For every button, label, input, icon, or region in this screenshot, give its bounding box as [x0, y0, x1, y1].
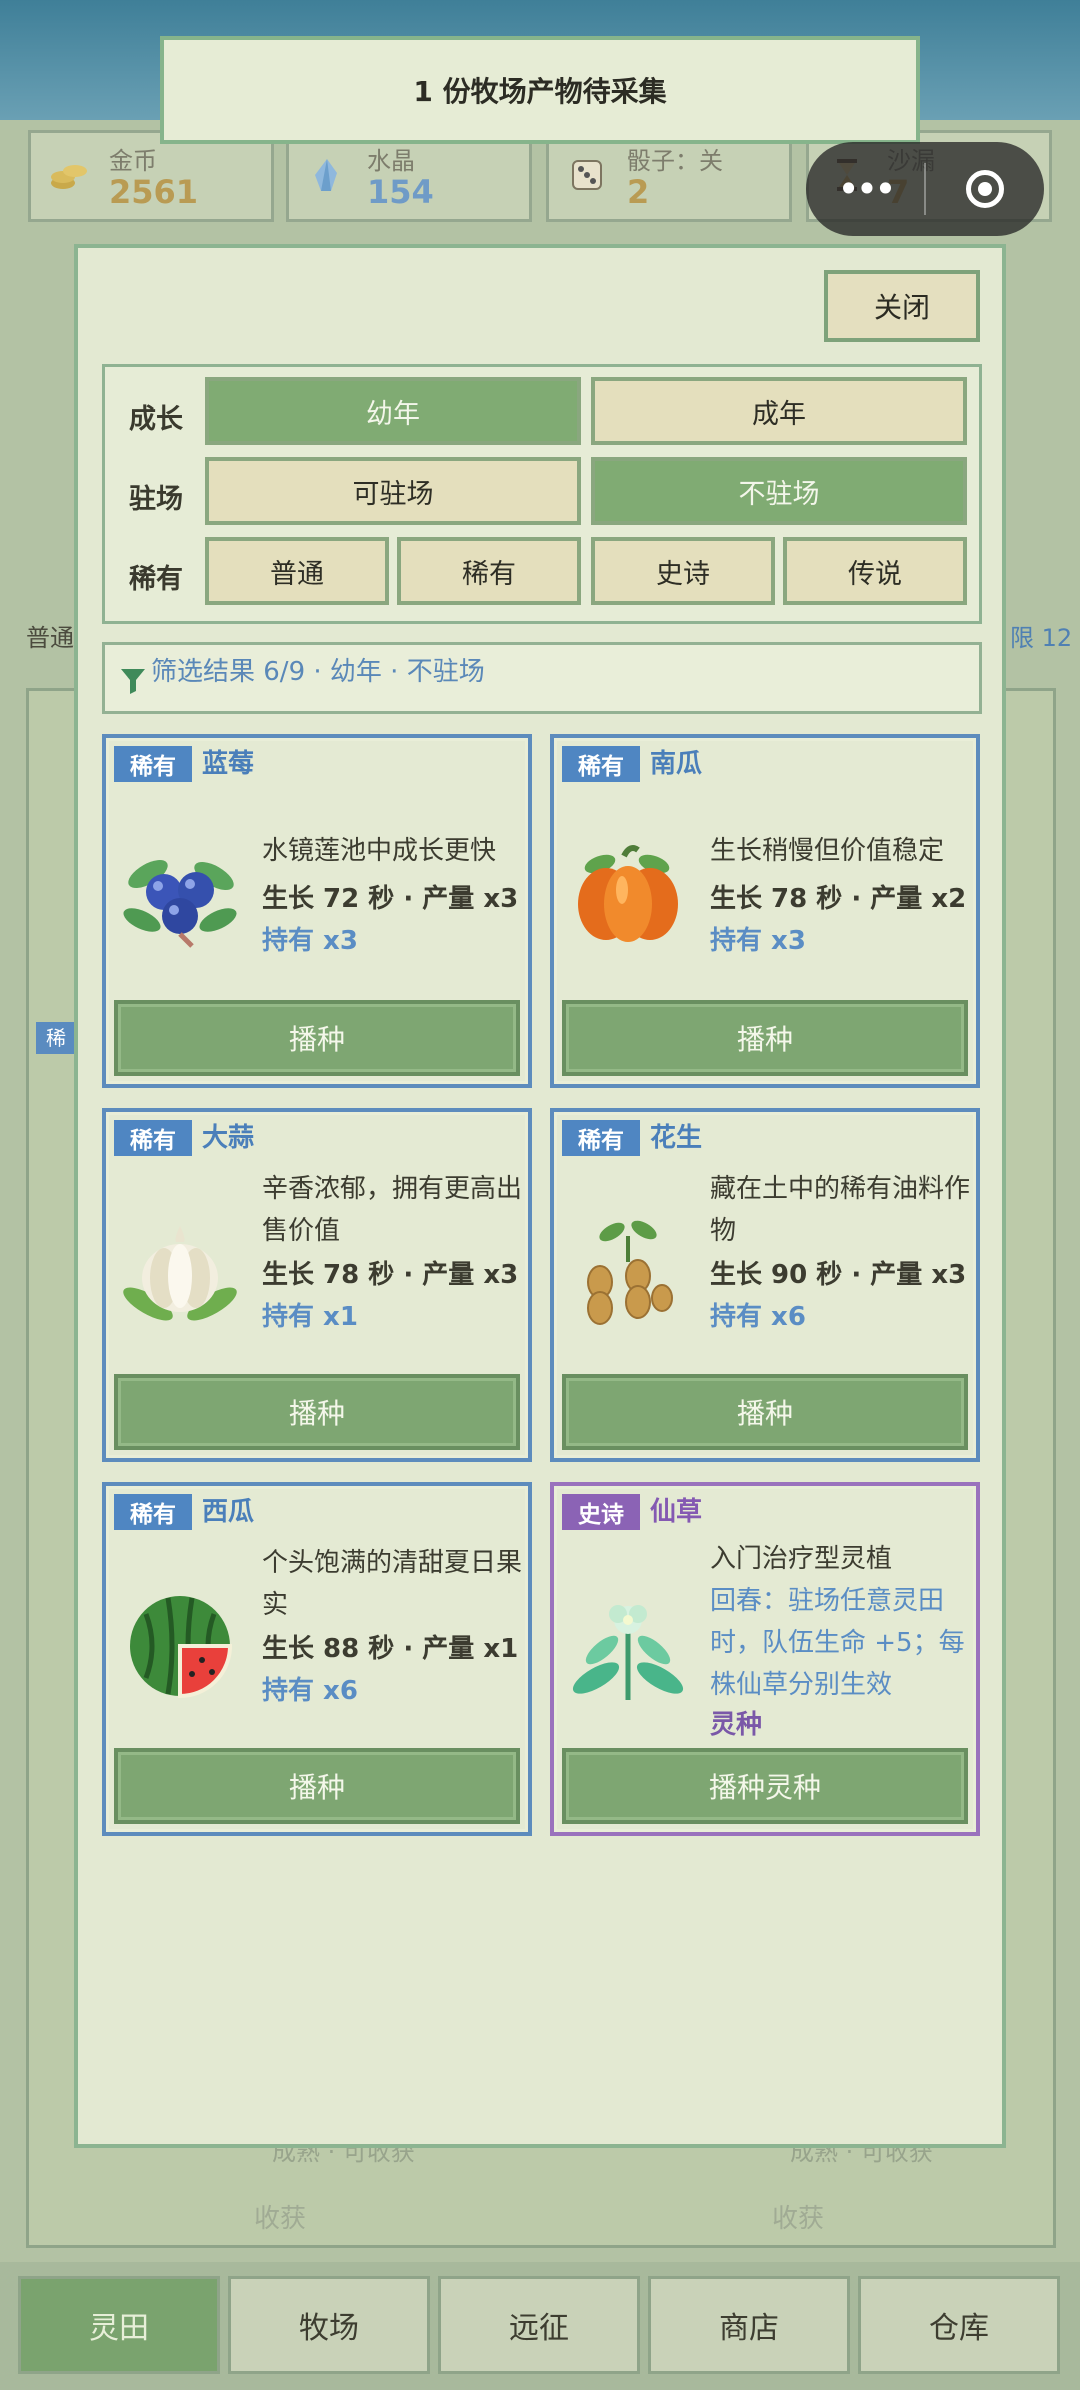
- stat-label: 水晶: [367, 147, 415, 175]
- seed-card-pumpkin: 稀有 南瓜 生长稍慢但价值稳定 生长 78 秒 · 产量 x2 持有 x3 播种: [550, 734, 980, 1088]
- seed-stats: 生长 90 秒 · 产量 x3: [710, 1260, 967, 1290]
- nav-tab-ranch[interactable]: 牧场: [228, 2276, 430, 2374]
- seed-stats: 生长 78 秒 · 产量 x3: [262, 1260, 519, 1290]
- filter-chip-rare[interactable]: 稀有: [397, 537, 581, 605]
- miniprogram-capsule: •••: [806, 142, 1044, 236]
- rarity-badge: 史诗: [562, 1494, 640, 1530]
- sow-button[interactable]: 播种: [114, 1748, 520, 1824]
- seed-description: 生长稍慢但价值稳定: [710, 836, 945, 866]
- close-button[interactable]: 关闭: [824, 270, 980, 342]
- seed-name: 大蒜: [202, 1123, 255, 1153]
- filter-label-rarity: 稀有: [129, 564, 183, 595]
- peanut-icon: [566, 1212, 690, 1336]
- background-count-label: 限 12: [1010, 624, 1073, 652]
- filter-chip-juvenile[interactable]: 幼年: [205, 377, 581, 445]
- filter-funnel-icon: [119, 665, 147, 699]
- background-harvest-button[interactable]: 收获: [772, 2198, 824, 2235]
- filter-panel: 成长 幼年 成年 驻场 可驻场 不驻场 稀有 普通 稀有 史诗 传说: [102, 364, 982, 624]
- nav-tab-expedition[interactable]: 远征: [438, 2276, 640, 2374]
- stat-label: 金币: [109, 147, 157, 175]
- background-filter-label: 普通: [26, 624, 74, 652]
- filter-label-resident: 驻场: [129, 484, 183, 515]
- filter-chip-no-reside[interactable]: 不驻场: [591, 457, 967, 525]
- seed-card-blueberry: 稀有 蓝莓 水镜莲池中成长更快 生长 72 秒 · 产量 x3 持有 x3 播种: [102, 734, 532, 1088]
- seed-name: 西瓜: [202, 1497, 255, 1527]
- filter-chip-adult[interactable]: 成年: [591, 377, 967, 445]
- seed-picker-modal: 关闭 成长 幼年 成年 驻场 可驻场 不驻场 稀有 普通 稀有 史诗 传说 筛选…: [74, 244, 1006, 2148]
- sow-button[interactable]: 播种: [562, 1374, 968, 1450]
- seed-description: 个头饱满的清甜夏日果实: [262, 1548, 523, 1620]
- rarity-badge: 稀有: [114, 1120, 192, 1156]
- nav-tab-spirit-field[interactable]: 灵田: [18, 2276, 220, 2374]
- seed-card-watermelon: 稀有 西瓜 个头饱满的清甜夏日果实 生长 88 秒 · 产量 x1 持有 x6 …: [102, 1482, 532, 1836]
- seed-description: 藏在土中的稀有油料作物: [710, 1174, 971, 1246]
- background-harvest-button[interactable]: 收获: [254, 2198, 306, 2235]
- filter-summary-text: 筛选结果 6/9 · 幼年 · 不驻场: [151, 657, 485, 687]
- filter-chip-can-reside[interactable]: 可驻场: [205, 457, 581, 525]
- garlic-icon: [118, 1212, 242, 1336]
- seed-type-tag: 灵种: [710, 1710, 763, 1740]
- seed-stats: 生长 78 秒 · 产量 x2: [710, 884, 967, 914]
- sow-button[interactable]: 播种: [114, 1374, 520, 1450]
- seed-name: 蓝莓: [202, 749, 255, 779]
- filter-chip-common[interactable]: 普通: [205, 537, 389, 605]
- target-circle-icon: [966, 170, 1004, 208]
- sow-button[interactable]: 播种: [114, 1000, 520, 1076]
- harvest-notice-banner: 1 份牧场产物待采集: [160, 36, 920, 144]
- stat-label: 骰子：关: [627, 147, 723, 175]
- seed-stats: 生长 72 秒 · 产量 x3: [262, 884, 519, 914]
- seed-owned: 持有 x6: [710, 1302, 806, 1332]
- seed-owned: 持有 x3: [262, 926, 358, 956]
- more-menu-button[interactable]: •••: [806, 167, 924, 211]
- seed-name: 仙草: [650, 1497, 703, 1527]
- dice-icon: [567, 155, 607, 204]
- rarity-badge: 稀有: [562, 1120, 640, 1156]
- sow-button[interactable]: 播种: [562, 1000, 968, 1076]
- seed-card-peanut: 稀有 花生 藏在土中的稀有油料作物 生长 90 秒 · 产量 x3 持有 x6 …: [550, 1108, 980, 1462]
- fairy-herb-icon: [566, 1590, 690, 1714]
- seed-name: 南瓜: [650, 749, 703, 779]
- seed-description: 入门治疗型灵植: [710, 1544, 893, 1574]
- seed-card-fairy-herb: 史诗 仙草 入门治疗型灵植 回春：驻场任意灵田时，队伍生命 +5；每株仙草分别生…: [550, 1482, 980, 1836]
- seed-owned: 持有 x1: [262, 1302, 358, 1332]
- filter-chip-legendary[interactable]: 传说: [783, 537, 967, 605]
- watermelon-icon: [118, 1584, 242, 1708]
- seed-card-garlic: 稀有 大蒜 辛香浓郁，拥有更高出售价值 生长 78 秒 · 产量 x3 持有 x…: [102, 1108, 532, 1462]
- rarity-badge: 稀有: [562, 746, 640, 782]
- filter-summary: 筛选结果 6/9 · 幼年 · 不驻场: [102, 642, 982, 714]
- pumpkin-icon: [566, 834, 690, 958]
- rarity-badge: 稀有: [114, 1494, 192, 1530]
- stat-value: 154: [367, 173, 434, 211]
- nav-tab-warehouse[interactable]: 仓库: [858, 2276, 1060, 2374]
- background-card-badge: 稀: [36, 1022, 76, 1054]
- seed-owned: 持有 x6: [262, 1676, 358, 1706]
- blueberry-icon: [118, 834, 242, 958]
- crystal-icon: [307, 155, 347, 204]
- filter-label-growth: 成长: [129, 404, 183, 435]
- stat-value: 2: [627, 173, 650, 211]
- seed-effect: 回春：驻场任意灵田时，队伍生命 +5；每株仙草分别生效: [710, 1586, 965, 1700]
- nav-tab-shop[interactable]: 商店: [648, 2276, 850, 2374]
- seed-owned: 持有 x3: [710, 926, 806, 956]
- coin-stack-icon: [49, 155, 89, 204]
- seed-description: 水镜莲池中成长更快: [262, 836, 497, 866]
- filter-chip-epic[interactable]: 史诗: [591, 537, 775, 605]
- banner-text: 1 份牧场产物待采集: [413, 75, 667, 108]
- stat-value: 2561: [109, 173, 199, 211]
- seed-stats: 生长 88 秒 · 产量 x1: [262, 1634, 519, 1664]
- seed-description: 辛香浓郁，拥有更高出售价值: [262, 1174, 523, 1246]
- seed-name: 花生: [650, 1123, 703, 1153]
- rarity-badge: 稀有: [114, 746, 192, 782]
- sow-spirit-seed-button[interactable]: 播种灵种: [562, 1748, 968, 1824]
- close-miniprogram-button[interactable]: [926, 170, 1044, 208]
